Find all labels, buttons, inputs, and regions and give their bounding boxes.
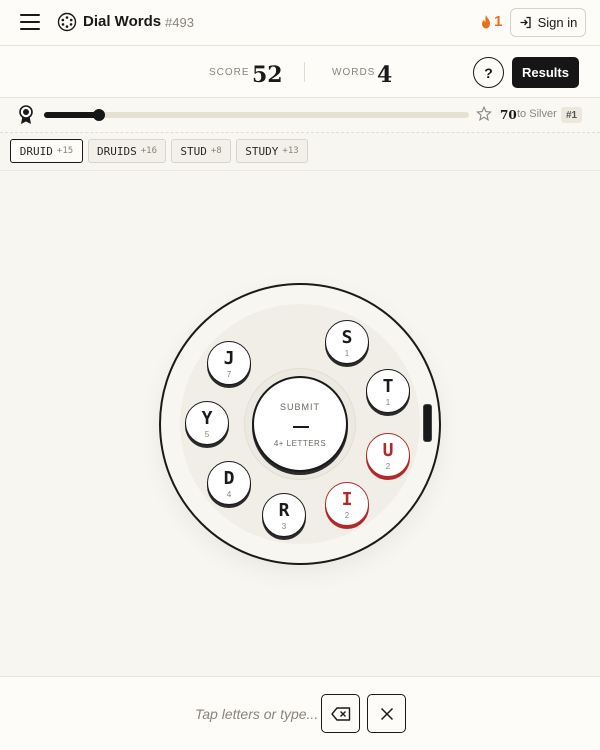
tile-letter: D	[223, 468, 235, 489]
found-word-chip[interactable]: DRUIDS +16	[88, 139, 166, 163]
submit-button[interactable]: SUBMIT 4+ LETTERS	[252, 376, 348, 472]
found-word: DRUIDS	[96, 144, 137, 158]
tile-letter: T	[382, 376, 394, 397]
found-word-points: +15	[56, 146, 74, 156]
tile-value: 7	[226, 370, 232, 379]
rank-badge: #1	[561, 107, 582, 123]
sign-in-label: Sign in	[537, 15, 578, 30]
tile-value: 2	[385, 462, 391, 471]
tile-value: 4	[226, 490, 232, 499]
found-word-points: +13	[282, 146, 299, 156]
tile-value: 1	[385, 398, 391, 407]
letter-tile[interactable]: S 1	[325, 320, 369, 364]
top-bar: Dial Words #493 1 Sign in	[0, 0, 600, 46]
tile-value: 1	[344, 349, 350, 358]
tile-value: 3	[281, 522, 287, 531]
progress-track	[44, 109, 469, 121]
submit-label: SUBMIT	[279, 402, 320, 412]
found-word-points: +8	[210, 146, 222, 156]
puzzle-number: #493	[165, 15, 194, 30]
score-label: SCORE	[209, 67, 250, 78]
tile-letter: R	[278, 500, 290, 521]
tile-letter: J	[223, 348, 235, 369]
app-title: Dial Words	[83, 13, 162, 30]
found-word: STUD	[180, 144, 207, 158]
close-icon	[380, 707, 393, 720]
found-word-chip[interactable]: STUD +8	[171, 139, 231, 163]
progress-fill	[44, 112, 100, 118]
streak-count: 1	[494, 13, 503, 30]
dial-logo-icon	[57, 12, 77, 32]
found-word: STUDY	[245, 144, 279, 158]
dial-finger-stop	[423, 404, 432, 442]
progress-knob	[93, 109, 106, 121]
score-value: 52	[252, 62, 283, 88]
words-label: WORDS	[332, 67, 376, 78]
backspace-icon	[330, 706, 350, 721]
letter-tile[interactable]: J 7	[207, 341, 251, 385]
tile-letter: S	[341, 327, 353, 348]
letter-tile[interactable]: Y 5	[185, 401, 229, 445]
tile-letter: U	[382, 440, 394, 461]
found-word-chip[interactable]: STUDY +13	[236, 139, 308, 163]
current-word-display	[293, 426, 309, 428]
menu-icon[interactable]	[20, 14, 40, 32]
found-words-list: DRUID +15 DRUIDS +16 STUD +8 STUDY +13	[0, 133, 600, 171]
results-button[interactable]: Results	[512, 57, 579, 88]
word-input[interactable]: Tap letters or type...	[195, 706, 318, 722]
letter-tile[interactable]: U 2	[366, 433, 410, 477]
tile-letter: Y	[201, 408, 213, 429]
letter-tile[interactable]: I 2	[325, 482, 369, 526]
next-rank-label: to Silver	[517, 108, 557, 120]
submit-hint: 4+ LETTERS	[273, 439, 327, 448]
score-divider	[304, 62, 305, 82]
sign-in-button[interactable]: Sign in	[510, 8, 586, 37]
streak-counter: 1	[480, 13, 502, 30]
login-arrow-icon	[520, 16, 531, 29]
letter-tile[interactable]: R 3	[262, 493, 306, 537]
found-word-chip[interactable]: DRUID +15	[10, 139, 83, 163]
backspace-button[interactable]	[321, 694, 360, 733]
found-word: DRUID	[19, 144, 53, 158]
rank-progress: 70 to Silver #1	[0, 98, 600, 133]
help-button[interactable]: ?	[473, 57, 504, 88]
ribbon-medal-icon	[19, 105, 33, 124]
score-bar: SCORE 52 WORDS 4 ? Results	[0, 46, 600, 98]
clear-button[interactable]	[367, 694, 406, 733]
found-word-points: +16	[140, 146, 157, 156]
star-icon	[476, 106, 492, 121]
words-value: 4	[377, 62, 393, 88]
letter-tile[interactable]: D 4	[207, 461, 251, 505]
word-input-bar: Tap letters or type...	[0, 676, 600, 750]
tile-value: 5	[204, 430, 210, 439]
points-to-next-rank: 70	[500, 108, 517, 122]
flame-icon	[482, 14, 490, 28]
tile-value: 2	[344, 511, 350, 520]
tile-letter: I	[341, 489, 353, 510]
letter-tile[interactable]: T 1	[366, 369, 410, 413]
